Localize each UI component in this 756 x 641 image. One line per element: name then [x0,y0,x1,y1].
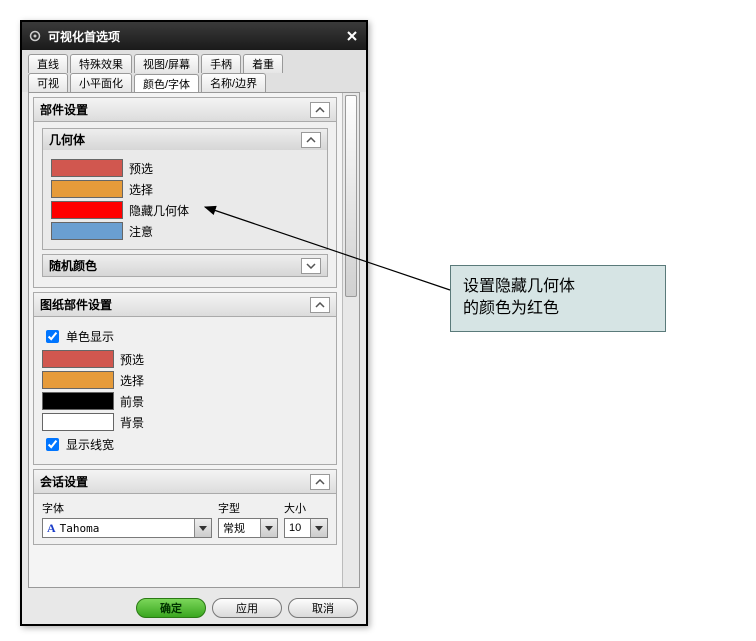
callout-annotation: 设置隐藏几何体 的颜色为红色 [450,265,666,332]
tab-row-1: 直线 特殊效果 视图/屏幕 手柄 着重 [28,54,360,73]
cancel-button[interactable]: 取消 [288,598,358,618]
label-style: 字型 [218,500,278,516]
swatch-d-foreground[interactable] [42,392,114,410]
subgroup-random-color: 随机颜色 [42,254,328,277]
apply-button[interactable]: 应用 [212,598,282,618]
window-title: 可视化首选项 [48,28,344,45]
label-monochrome: 单色显示 [66,328,114,345]
check-linewidth: 显示线宽 [42,435,328,454]
group-drawing-part-settings: 图纸部件设置 单色显示 预选 选择 [33,292,337,465]
subgroup-title: 随机颜色 [49,257,97,274]
dropdown-button[interactable] [194,519,211,537]
tab-color-font[interactable]: 颜色/字体 [134,74,199,93]
chevron-up-icon[interactable] [310,297,330,313]
gear-icon [28,29,42,43]
dropdown-button[interactable] [260,519,277,537]
tab-special-effects[interactable]: 特殊效果 [70,54,132,73]
tab-facet[interactable]: 小平面化 [70,73,132,92]
label-size: 大小 [284,500,328,516]
tab-row-2: 可视 小平面化 颜色/字体 名称/边界 [28,73,360,92]
swatch-d-select[interactable] [42,371,114,389]
chevron-up-icon[interactable] [310,102,330,118]
color-row-d-preselect: 预选 [42,350,328,368]
group-title: 会话设置 [40,473,88,490]
tab-view-screen[interactable]: 视图/屏幕 [134,54,199,73]
group-title: 图纸部件设置 [40,296,112,313]
swatch-d-background[interactable] [42,413,114,431]
subgroup-title: 几何体 [49,131,85,148]
checkbox-linewidth[interactable] [46,438,59,451]
color-row-preselect: 预选 [51,159,319,177]
combo-size[interactable]: 10 [284,518,328,538]
label-d-preselect: 预选 [120,351,144,368]
check-monochrome: 单色显示 [42,327,328,346]
chevron-down-icon[interactable] [301,258,321,274]
label-attention: 注意 [129,223,153,240]
label-preselect: 预选 [129,160,153,177]
label-d-select: 选择 [120,372,144,389]
label-d-foreground: 前景 [120,393,144,410]
geometry-body: 预选 选择 隐藏几何体 [43,150,327,249]
subgroup-geometry: 几何体 预选 选择 [42,128,328,250]
combo-font-value: Tahoma [60,522,194,535]
subgroup-header-random-color[interactable]: 随机颜色 [43,255,327,276]
scrollbar-thumb[interactable] [345,95,357,297]
callout-line1: 设置隐藏几何体 [463,276,653,298]
chevron-down-icon [199,526,207,531]
swatch-select[interactable] [51,180,123,198]
scrollbar[interactable] [342,93,359,587]
group-part-settings: 部件设置 几何体 [33,97,337,288]
group-title: 部件设置 [40,101,88,118]
visualization-preferences-dialog: 可视化首选项 直线 特殊效果 视图/屏幕 手柄 着重 可视 小平面化 颜色/字体… [20,20,368,626]
color-row-hidden-geometry: 隐藏几何体 [51,201,319,219]
swatch-attention[interactable] [51,222,123,240]
tab-name-boundary[interactable]: 名称/边界 [201,73,266,92]
color-row-d-background: 背景 [42,413,328,431]
group-header-part-settings[interactable]: 部件设置 [34,98,336,122]
checkbox-monochrome[interactable] [46,330,59,343]
close-button[interactable] [344,28,360,44]
swatch-d-preselect[interactable] [42,350,114,368]
button-bar: 确定 应用 取消 [22,592,366,624]
swatch-preselect[interactable] [51,159,123,177]
color-row-d-foreground: 前景 [42,392,328,410]
font-a-icon: A [47,521,56,536]
color-row-d-select: 选择 [42,371,328,389]
tabs-container: 直线 特殊效果 视图/屏幕 手柄 着重 可视 小平面化 颜色/字体 名称/边界 [22,50,366,92]
combo-style[interactable]: 常规 [218,518,278,538]
content-pane: 部件设置 几何体 [28,92,360,588]
chevron-up-icon[interactable] [301,132,321,148]
close-icon [347,31,357,41]
font-row: 字体 A Tahoma 字型 [42,500,328,538]
swatch-hidden-geometry[interactable] [51,201,123,219]
dropdown-button[interactable] [310,519,327,537]
tab-handle[interactable]: 手柄 [201,54,241,73]
combo-font[interactable]: A Tahoma [42,518,212,538]
group-header-session[interactable]: 会话设置 [34,470,336,494]
combo-size-value: 10 [289,522,310,534]
tab-visible[interactable]: 可视 [28,73,68,92]
tab-emphasis[interactable]: 着重 [243,54,283,73]
color-row-attention: 注意 [51,222,319,240]
label-hidden-geometry: 隐藏几何体 [129,202,189,219]
subgroup-header-geometry[interactable]: 几何体 [43,129,327,150]
callout-line2: 的颜色为红色 [463,298,653,320]
chevron-down-icon [315,526,323,531]
tab-line[interactable]: 直线 [28,54,68,73]
titlebar[interactable]: 可视化首选项 [22,22,366,50]
chevron-up-icon[interactable] [310,474,330,490]
label-font: 字体 [42,500,212,516]
combo-style-value: 常规 [223,520,260,536]
group-session: 会话设置 字体 A Tahoma [33,469,337,545]
label-d-background: 背景 [120,414,144,431]
label-linewidth: 显示线宽 [66,436,114,453]
color-row-select: 选择 [51,180,319,198]
label-select: 选择 [129,181,153,198]
chevron-down-icon [265,526,273,531]
group-header-drawing[interactable]: 图纸部件设置 [34,293,336,317]
ok-button[interactable]: 确定 [136,598,206,618]
